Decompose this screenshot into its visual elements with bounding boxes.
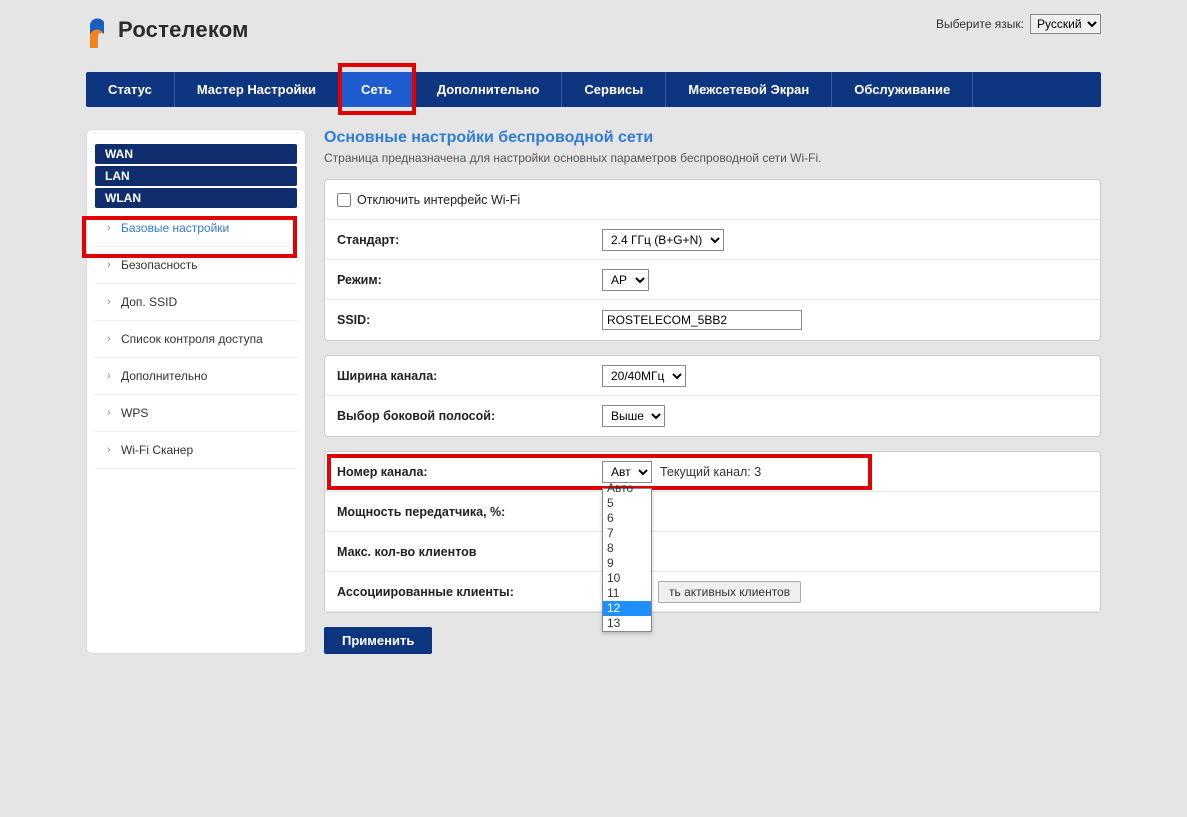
nav-maintenance[interactable]: Обслуживание bbox=[832, 72, 973, 107]
channel-option-13[interactable]: 13 bbox=[603, 616, 651, 631]
channel-option-11[interactable]: 11 bbox=[603, 586, 651, 601]
power-label: Мощность передатчика, %: bbox=[337, 505, 602, 519]
sidebar: WAN LAN WLAN Базовые настройки Безопасно… bbox=[86, 129, 306, 654]
channel-dropdown-open[interactable]: Авто 5 6 7 8 9 10 11 12 13 bbox=[602, 488, 652, 632]
channel-option-9[interactable]: 9 bbox=[603, 556, 651, 571]
nav-status[interactable]: Статус bbox=[86, 72, 175, 107]
assoc-label: Ассоциированные клиенты: bbox=[337, 585, 602, 599]
sidebar-item-wps[interactable]: WPS bbox=[95, 395, 297, 432]
sidebar-item-basic[interactable]: Базовые настройки bbox=[95, 210, 297, 247]
nav-wizard[interactable]: Мастер Настройки bbox=[175, 72, 339, 107]
current-channel-label: Текущий канал: 3 bbox=[660, 465, 761, 479]
panel-basic: Отключить интерфейс Wi-Fi Стандарт: 2.4 … bbox=[324, 179, 1101, 341]
standard-label: Стандарт: bbox=[337, 233, 602, 247]
logo: Ростелеком bbox=[86, 10, 249, 50]
nav-services[interactable]: Сервисы bbox=[562, 72, 666, 107]
logo-text: Ростелеком bbox=[118, 17, 249, 43]
mode-label: Режим: bbox=[337, 273, 602, 287]
sidebar-section-wan[interactable]: WAN bbox=[95, 144, 297, 164]
sidebar-item-mssid[interactable]: Доп. SSID bbox=[95, 284, 297, 321]
main-nav: Статус Мастер Настройки Сеть Дополнитель… bbox=[86, 72, 1101, 107]
sidebar-section-wlan[interactable]: WLAN bbox=[95, 188, 297, 208]
nav-firewall[interactable]: Межсетевой Экран bbox=[666, 72, 832, 107]
ssid-label: SSID: bbox=[337, 313, 602, 327]
channel-option-auto[interactable]: Авто bbox=[603, 481, 651, 496]
mode-select[interactable]: AP bbox=[602, 269, 649, 291]
apply-button[interactable]: Применить bbox=[324, 627, 432, 654]
content: Основные настройки беспроводной сети Стр… bbox=[324, 129, 1101, 654]
channel-option-12[interactable]: 12 bbox=[603, 601, 651, 616]
sidebar-item-security[interactable]: Безопасность bbox=[95, 247, 297, 284]
disable-wifi-checkbox[interactable] bbox=[337, 193, 351, 207]
sidebar-item-adv[interactable]: Дополнительно bbox=[95, 358, 297, 395]
clients-label: Макс. кол-во клиентов bbox=[337, 545, 602, 559]
nav-network[interactable]: Сеть bbox=[339, 72, 415, 107]
show-clients-button[interactable]: ть активных клиентов bbox=[658, 581, 801, 603]
language-selector: Выберите язык: Русский bbox=[936, 10, 1101, 34]
page-subtitle: Страница предназначена для настройки осн… bbox=[324, 151, 1101, 165]
ssid-input[interactable] bbox=[602, 310, 802, 330]
width-select[interactable]: 20/40МГц bbox=[602, 365, 686, 387]
language-label: Выберите язык: bbox=[936, 17, 1024, 31]
rostelecom-logo-icon bbox=[86, 12, 110, 50]
channel-option-5[interactable]: 5 bbox=[603, 496, 651, 511]
channel-option-6[interactable]: 6 bbox=[603, 511, 651, 526]
sidebar-section-lan[interactable]: LAN bbox=[95, 166, 297, 186]
channel-select[interactable]: Авто bbox=[602, 461, 652, 483]
channel-option-8[interactable]: 8 bbox=[603, 541, 651, 556]
channel-option-10[interactable]: 10 bbox=[603, 571, 651, 586]
sidebar-item-acl[interactable]: Список контроля доступа bbox=[95, 321, 297, 358]
panel-channel: Номер канала: Авто Текущий канал: 3 Мощн… bbox=[324, 451, 1101, 613]
sideband-label: Выбор боковой полосой: bbox=[337, 409, 602, 423]
channel-label: Номер канала: bbox=[337, 465, 602, 479]
sideband-select[interactable]: Выше bbox=[602, 405, 665, 427]
channel-option-7[interactable]: 7 bbox=[603, 526, 651, 541]
width-label: Ширина канала: bbox=[337, 369, 602, 383]
sidebar-item-scanner[interactable]: Wi-Fi Сканер bbox=[95, 432, 297, 469]
panel-channel-width: Ширина канала: 20/40МГц Выбор боковой по… bbox=[324, 355, 1101, 437]
page-title: Основные настройки беспроводной сети bbox=[324, 129, 1101, 147]
standard-select[interactable]: 2.4 ГГц (B+G+N) bbox=[602, 229, 724, 251]
nav-advanced[interactable]: Дополнительно bbox=[415, 72, 563, 107]
language-select[interactable]: Русский bbox=[1030, 14, 1101, 34]
disable-wifi-label: Отключить интерфейс Wi-Fi bbox=[357, 193, 520, 207]
